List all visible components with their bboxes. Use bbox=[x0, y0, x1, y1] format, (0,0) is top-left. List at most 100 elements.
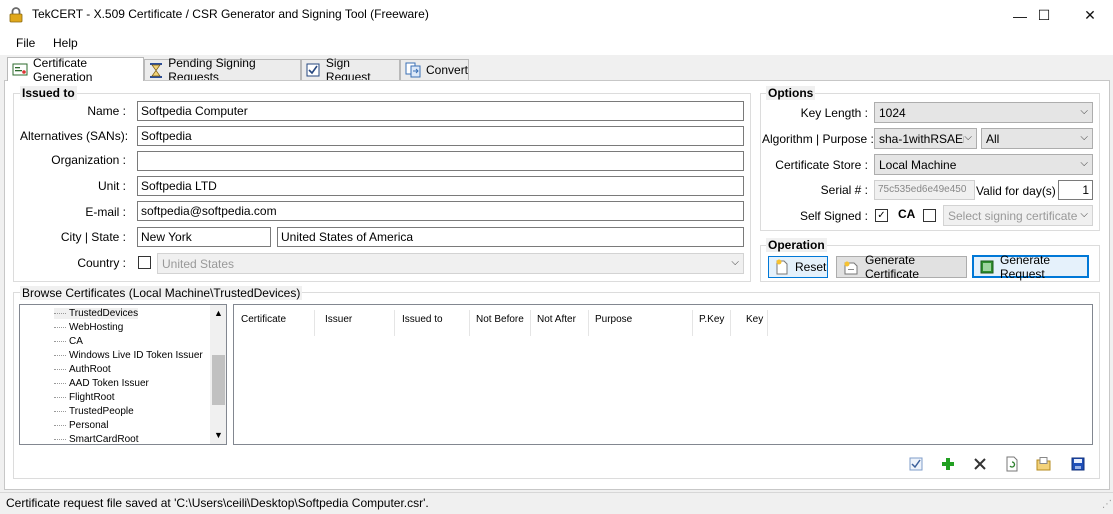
email-label: E-mail : bbox=[85, 205, 126, 219]
purpose-value: All bbox=[986, 132, 1000, 146]
ca-checkbox[interactable] bbox=[923, 209, 936, 222]
country-dropdown[interactable]: United States ⌵ bbox=[157, 253, 744, 274]
tab-label: Certificate Generation bbox=[33, 55, 93, 84]
open-folder-icon[interactable] bbox=[1036, 456, 1052, 472]
tree-item-flightroot[interactable]: FlightRoot bbox=[54, 392, 115, 403]
tree-item-smartcardroot[interactable]: SmartCardRoot bbox=[54, 434, 138, 444]
algorithm-value: sha-1withRSAEr bbox=[879, 132, 968, 146]
city-state-label: City | State : bbox=[60, 230, 126, 244]
generate-certificate-button[interactable]: Generate Certificate bbox=[836, 253, 967, 281]
lock-icon bbox=[9, 7, 23, 23]
save-icon[interactable] bbox=[1070, 456, 1086, 472]
tab-pending-signing-requests[interactable]: Pending Signing Requests bbox=[144, 56, 301, 84]
signing-certificate-placeholder: Select signing certificate bbox=[948, 209, 1078, 223]
column-header-key[interactable]: Key bbox=[740, 310, 768, 336]
tab-convert[interactable]: Convert bbox=[400, 59, 469, 80]
column-header-certificate[interactable]: Certificate bbox=[235, 310, 315, 336]
resize-grip-icon[interactable]: ⋰ bbox=[1102, 499, 1112, 510]
status-text: Certificate request file saved at 'C:\Us… bbox=[6, 496, 429, 510]
algorithm-dropdown[interactable]: sha-1withRSAEr ⌵ bbox=[874, 128, 977, 149]
menu-help[interactable]: Help bbox=[53, 36, 78, 50]
certificate-store-dropdown[interactable]: Local Machine ⌵ bbox=[874, 154, 1093, 175]
column-header-issued-to[interactable]: Issued to bbox=[396, 310, 470, 336]
certificate-store-label: Certificate Store : bbox=[775, 158, 868, 172]
tree-item-trustedpeople[interactable]: TrustedPeople bbox=[54, 406, 134, 417]
organization-label: Organization : bbox=[51, 153, 126, 167]
title-bar: TekCERT - X.509 Certificate / CSR Genera… bbox=[0, 0, 1113, 31]
country-value: United States bbox=[162, 257, 235, 271]
chevron-down-icon: ⌵ bbox=[1080, 106, 1088, 117]
tab-strip: Certificate Generation Pending Signing R… bbox=[0, 55, 1113, 84]
signing-certificate-dropdown[interactable]: Select signing certificate ⌵ bbox=[943, 205, 1093, 226]
tree-item-personal[interactable]: Personal bbox=[54, 420, 108, 431]
issued-to-title: Issued to bbox=[20, 86, 77, 100]
certificate-icon bbox=[12, 62, 28, 78]
scroll-down-icon[interactable]: ▼ bbox=[210, 427, 226, 444]
add-icon[interactable] bbox=[940, 456, 956, 472]
valid-days-field[interactable]: 1 bbox=[1058, 180, 1093, 200]
tree-item-webhosting[interactable]: WebHosting bbox=[54, 322, 123, 333]
close-button[interactable]: ✕ bbox=[1067, 0, 1113, 31]
self-signed-label: Self Signed : bbox=[799, 209, 868, 223]
column-header-not-after[interactable]: Not After bbox=[531, 310, 589, 336]
reset-label: Reset bbox=[795, 260, 827, 274]
algorithm-purpose-label: Algorithm | Purpose : bbox=[762, 132, 874, 146]
tree-item-authroot[interactable]: AuthRoot bbox=[54, 364, 111, 375]
operation-title: Operation bbox=[766, 238, 827, 252]
column-header-pkey[interactable]: P.Key bbox=[693, 310, 731, 336]
certificate-store-value: Local Machine bbox=[879, 158, 957, 172]
options-title: Options bbox=[766, 86, 816, 100]
scroll-thumb[interactable] bbox=[212, 355, 225, 405]
reset-button[interactable]: Reset bbox=[768, 256, 828, 278]
email-field[interactable]: softpedia@softpedia.com bbox=[137, 201, 744, 221]
column-header-issuer[interactable]: Issuer bbox=[319, 310, 395, 336]
column-header-purpose[interactable]: Purpose bbox=[589, 310, 693, 336]
tree-item-windows-live-id-token-issuer[interactable]: Windows Live ID Token Issuer bbox=[54, 350, 203, 361]
certificates-list[interactable]: Certificate Issuer Issued to Not Before … bbox=[233, 304, 1093, 445]
purpose-dropdown[interactable]: All ⌵ bbox=[981, 128, 1093, 149]
maximize-button[interactable]: ☐ bbox=[1021, 0, 1067, 31]
key-length-dropdown[interactable]: 1024 ⌵ bbox=[874, 102, 1093, 123]
tree-item-trusteddevices[interactable]: TrustedDevices bbox=[54, 308, 139, 319]
country-label: Country : bbox=[77, 256, 126, 270]
ca-label: CA bbox=[898, 207, 916, 221]
valid-days-label: Valid for day(s) : bbox=[976, 184, 1063, 198]
chevron-down-icon: ⌵ bbox=[1080, 132, 1088, 143]
chevron-down-icon: ⌵ bbox=[731, 257, 739, 268]
state-field[interactable]: United States of America bbox=[277, 227, 744, 247]
column-header-not-before[interactable]: Not Before bbox=[470, 310, 531, 336]
tab-certificate-generation[interactable]: Certificate Generation bbox=[7, 55, 144, 84]
menu-file[interactable]: File bbox=[16, 36, 35, 50]
scroll-up-icon[interactable]: ▲ bbox=[210, 305, 226, 322]
tree-item-ca[interactable]: CA bbox=[54, 336, 83, 347]
serial-label: Serial # : bbox=[820, 183, 868, 197]
tree-item-aad-token-issuer[interactable]: AAD Token Issuer bbox=[54, 378, 149, 389]
country-checkbox[interactable] bbox=[138, 256, 151, 269]
self-signed-checkbox[interactable]: ✓ bbox=[875, 209, 888, 222]
chevron-down-icon: ⌵ bbox=[1080, 209, 1088, 220]
request-icon bbox=[980, 259, 994, 275]
menu-bar: File Help bbox=[0, 31, 1113, 55]
certificate-store-tree[interactable]: TrustedDevices WebHosting CA Windows Liv… bbox=[19, 304, 227, 445]
name-field[interactable]: Softpedia Computer bbox=[137, 101, 744, 121]
tree-scrollbar[interactable]: ▲ ▼ bbox=[210, 305, 226, 444]
serial-field: 75c535ed6e49e450 bbox=[874, 180, 975, 200]
hourglass-icon bbox=[149, 62, 163, 78]
alternatives-field[interactable]: Softpedia bbox=[137, 126, 744, 146]
certificate-icon bbox=[843, 259, 859, 275]
delete-icon[interactable] bbox=[972, 456, 988, 472]
chevron-down-icon: ⌵ bbox=[1080, 158, 1088, 169]
tab-label: Convert bbox=[426, 63, 469, 77]
city-field[interactable]: New York bbox=[137, 227, 271, 247]
status-bar: Certificate request file saved at 'C:\Us… bbox=[0, 492, 1113, 514]
refresh-icon[interactable] bbox=[1004, 456, 1020, 472]
organization-field[interactable] bbox=[137, 151, 744, 171]
unit-field[interactable]: Softpedia LTD bbox=[137, 176, 744, 196]
tab-sign-request[interactable]: Sign Request bbox=[301, 56, 400, 84]
generate-request-button[interactable]: Generate Request bbox=[972, 252, 1089, 281]
check-icon[interactable] bbox=[908, 456, 924, 472]
alternatives-label: Alternatives (SANs): bbox=[20, 129, 129, 143]
generate-request-label: Generate Request bbox=[1000, 252, 1051, 281]
browse-certificates-title: Browse Certificates (Local Machine\Trust… bbox=[20, 286, 303, 300]
unit-label: Unit : bbox=[97, 179, 126, 193]
